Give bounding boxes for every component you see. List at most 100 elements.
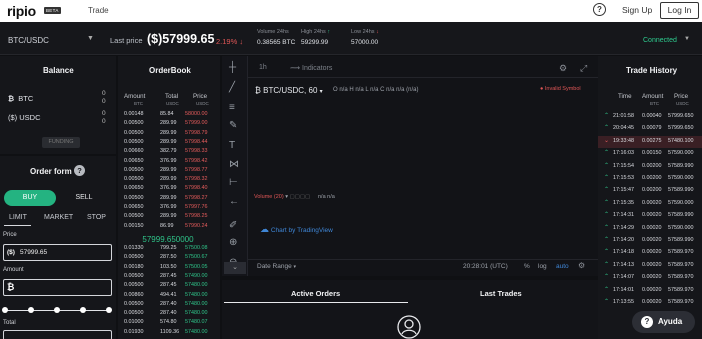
orderbook-row[interactable]: 0.00650 376.99 57998.42 [118, 157, 218, 167]
orderbook-row[interactable]: 0.00500 289.99 57998.27 [118, 194, 218, 204]
orderbook-row[interactable]: 0.00500 287.45 57490.00 [118, 272, 218, 282]
total-cell: 289.99 [160, 129, 177, 136]
orderbook-row[interactable]: 0.00150 86.99 57990.24 [118, 222, 218, 232]
slider-dot[interactable] [28, 307, 34, 313]
chevron-down-icon[interactable]: ▾ [320, 89, 323, 95]
tab-active-orders[interactable]: Active Orders [291, 289, 340, 298]
amount-cell: 0.00500 [124, 272, 144, 279]
tab-limit[interactable]: LIMIT [9, 214, 27, 221]
orderbook-row[interactable]: 0.00180 103.50 57500.05 [118, 263, 218, 273]
arrow-back-icon[interactable]: ← [229, 196, 239, 207]
auto-scale[interactable]: auto [556, 263, 569, 270]
pair-selector[interactable]: BTC/USDC [8, 36, 49, 45]
orderbook-row[interactable]: 0.00650 376.99 57998.40 [118, 184, 218, 194]
sell-button[interactable]: SELL [58, 190, 110, 206]
price-cell: 57589.970 [668, 274, 694, 281]
price-cell: 57997.76 [185, 204, 208, 210]
orderbook-row[interactable]: 0.00500 287.45 57480.00 [118, 281, 218, 291]
orderbook-row[interactable]: 0.00500 287.40 57480.00 [118, 309, 218, 319]
orderbook-row[interactable]: 0.00500 289.99 57998.44 [118, 138, 218, 148]
settings-icon[interactable]: ⚙ [559, 63, 567, 74]
orderbook-row[interactable]: 0.01930 1109.36 57480.00 [118, 328, 218, 338]
orderbook-row[interactable]: 0.00500 289.99 57998.79 [118, 129, 218, 139]
balance-row-usdc: ($) USDC [8, 113, 41, 122]
time-cell: 20:04:45 [613, 125, 634, 132]
percent-scale[interactable]: % [524, 263, 530, 270]
arrow-up-icon: ↑ [327, 29, 331, 35]
arrow-down-icon: ↓ [376, 29, 379, 35]
amount-cell: 0.00200 [642, 187, 662, 194]
price-cell: 57500.05 [185, 263, 208, 270]
orderbook-row[interactable]: 0.00500 289.99 57998.77 [118, 166, 218, 176]
help-chat-button[interactable]: ? Ayuda [632, 311, 695, 333]
fullscreen-icon[interactable]: ⤢ [580, 63, 587, 74]
orderbook-header-price: Price [193, 93, 208, 100]
pattern-icon[interactable]: ⋈ [229, 159, 239, 170]
zoom-in-icon[interactable]: ⊕ [229, 237, 237, 248]
price-cell: 57589.990 [668, 162, 694, 169]
fib-icon[interactable]: ≡ [229, 102, 235, 113]
orderbook-row[interactable]: 0.00650 376.99 57997.76 [118, 203, 218, 213]
orderbook-row[interactable]: 0.00500 289.99 57999.00 [118, 119, 218, 129]
trade-row: ⌃ 21:01:58 0.00040 57999.650 [598, 111, 702, 123]
chevron-down-icon[interactable]: ▼ [87, 35, 94, 42]
tab-indicator [4, 225, 31, 226]
orderbook-row[interactable]: 0.00500 287.50 57500.67 [118, 253, 218, 263]
chart-ohlc: O n/a H n/a L n/a C n/a n/a (n/a) [333, 87, 419, 93]
indicators-button[interactable]: ⟿ Indicators [290, 64, 332, 72]
log-scale[interactable]: log [538, 263, 547, 270]
crosshair-icon[interactable]: ┼ [229, 62, 236, 73]
help-icon[interactable]: ? [593, 3, 606, 16]
low-label: Low 24hs ↓ [351, 29, 379, 35]
orderbook-row[interactable]: 0.00500 289.99 57998.25 [118, 212, 218, 222]
slider-dot[interactable] [2, 307, 8, 313]
orderbook-row[interactable]: 0.00148 85.84 58000.00 [118, 110, 218, 120]
indicator-controls-icon[interactable]: ▢▢▢▢ [289, 194, 310, 200]
trend-line-icon[interactable]: ╱ [229, 82, 235, 93]
orderbook-row[interactable]: 0.00500 289.99 57998.32 [118, 175, 218, 185]
price-cell: 57589.990 [668, 187, 694, 194]
trade-row: ⌃ 17:16:03 0.00150 57590.000 [598, 148, 702, 160]
arrow-up-icon: ⌃ [604, 249, 610, 256]
tradingview-link[interactable]: ☁ Chart by TradingView [260, 224, 333, 235]
measure-icon[interactable]: ⊢ [229, 177, 238, 188]
tab-market[interactable]: MARKET [44, 214, 73, 221]
price-input[interactable]: ($) 57999.65 [3, 244, 112, 261]
brush-icon[interactable]: ✎ [229, 120, 237, 131]
slider-dot[interactable] [54, 307, 60, 313]
tab-stop[interactable]: STOP [87, 214, 106, 221]
buy-button[interactable]: BUY [4, 190, 56, 206]
help-icon[interactable]: ? [74, 165, 85, 176]
amount-input[interactable]: ₿ [3, 279, 112, 296]
chevron-down-icon[interactable]: ▾ [285, 194, 288, 200]
date-range-selector[interactable]: Date Range ▾ [257, 263, 296, 270]
price-cell: 57589.990 [668, 237, 694, 243]
slider-dot[interactable] [106, 307, 112, 313]
amount-cell: 0.00200 [642, 175, 662, 181]
orderbook-row[interactable]: 0.00660 382.79 57998.33 [118, 147, 218, 157]
orderbook-row[interactable]: 0.00860 494.41 57480.00 [118, 291, 218, 301]
time-cell: 17:14:31 [613, 212, 634, 219]
ticker-bar: BTC/USDC ▼ Last price ($)57999.65 2.19% … [0, 22, 702, 55]
settings-icon[interactable]: ⚙ [578, 261, 585, 270]
text-icon[interactable]: T [229, 140, 235, 151]
total-input[interactable] [3, 330, 112, 339]
orderbook-row[interactable]: 0.00500 287.40 57480.00 [118, 300, 218, 310]
orderbook-row[interactable]: 0.01330 799.25 57500.08 [118, 244, 218, 254]
slider-dot[interactable] [80, 307, 86, 313]
orderbook-row[interactable]: 0.01000 574.80 57480.07 [118, 318, 218, 328]
nav-link-trade[interactable]: Trade [88, 6, 109, 15]
sign-up-link[interactable]: Sign Up [622, 5, 652, 15]
date-range-text: Date Range [257, 263, 292, 270]
funding-button[interactable]: FUNDING [42, 137, 80, 148]
ruler-icon[interactable]: ✐ [229, 220, 237, 231]
log-in-button[interactable]: Log In [660, 2, 699, 19]
chevron-down-icon[interactable]: ⌄ [224, 262, 246, 274]
chevron-down-icon[interactable]: ▼ [684, 36, 690, 42]
price-cell: 57998.33 [185, 148, 208, 155]
tab-last-trades[interactable]: Last Trades [480, 289, 522, 298]
ripio-logo[interactable]: ripio [7, 3, 36, 19]
interval-selector[interactable]: 1h [259, 64, 267, 71]
price-cell: 57998.25 [185, 213, 208, 220]
connection-status[interactable]: Connected [643, 37, 677, 44]
